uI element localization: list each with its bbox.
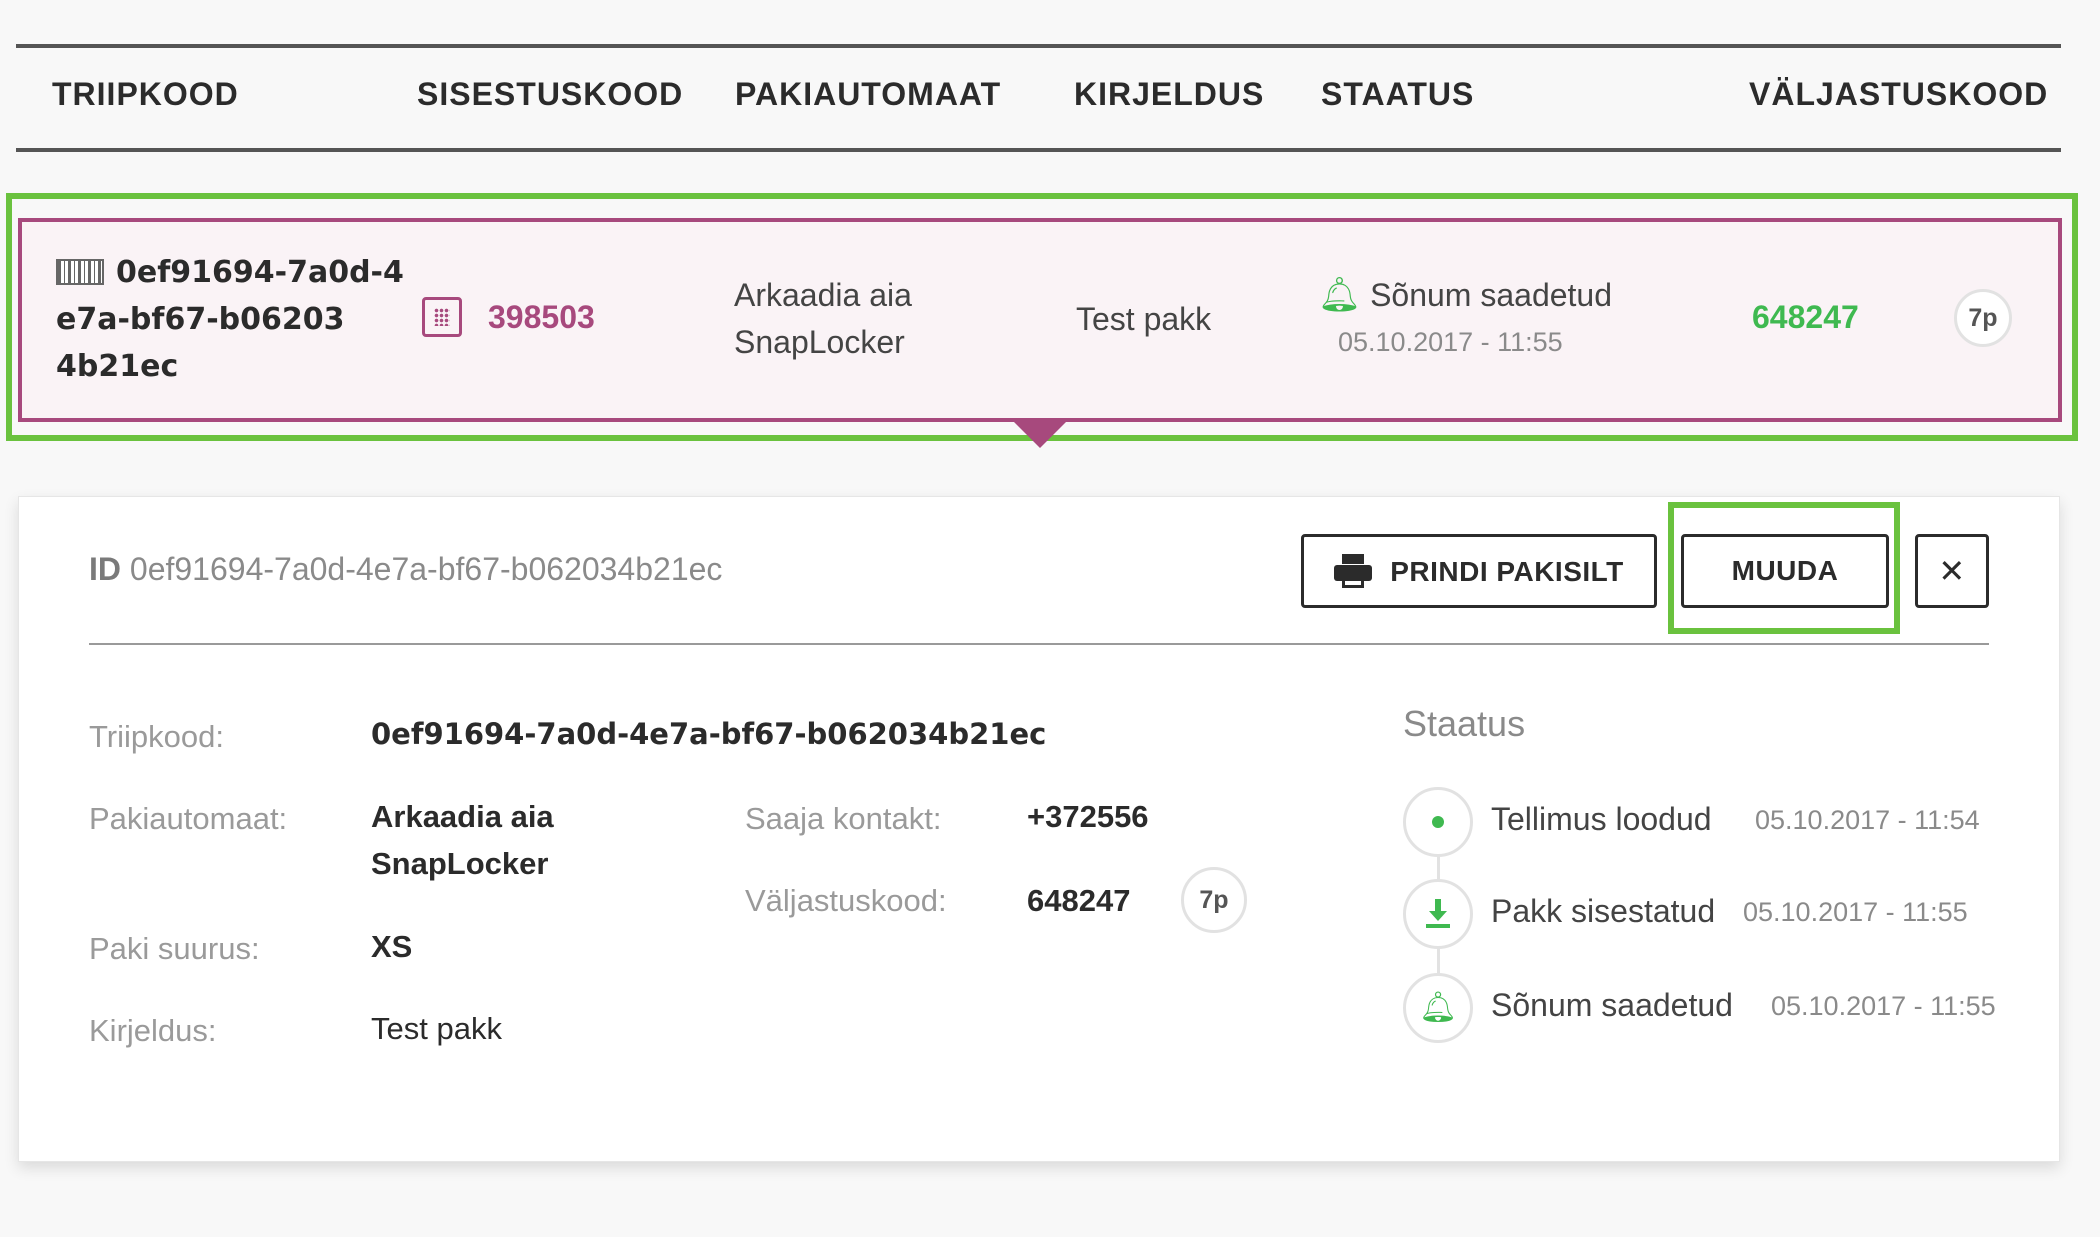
print-label-text: PRINDI PAKISILT	[1390, 556, 1624, 587]
keypad-icon	[422, 297, 462, 337]
locker-value-line-1: Arkaadia aia	[371, 799, 554, 834]
column-header-input-code[interactable]: SISESTUSKOOD	[417, 76, 683, 113]
divider	[89, 643, 1989, 645]
locker-label: Pakiautomaat:	[89, 801, 288, 836]
column-header-status[interactable]: STAATUS	[1321, 76, 1474, 113]
release-days-badge: 7p	[1181, 867, 1247, 933]
column-header-release-code[interactable]: VÄLJASTUSKOOD	[1749, 76, 2048, 113]
size-label: Paki suurus:	[89, 931, 260, 966]
size-value: XS	[371, 929, 413, 964]
barcode-value: 0ef91694-7a0d-4e7a-bf67-b062034b21ec	[371, 717, 1047, 751]
barcode-line-3: 4b21ec	[56, 349, 179, 384]
edit-button-highlight-frame	[1668, 502, 1900, 634]
id-label: ID	[89, 551, 121, 587]
days-badge: 7p	[1954, 289, 2012, 347]
locker-cell: Arkaadia aia SnapLocker	[734, 272, 912, 366]
timeline-time-1: 05.10.2017 - 11:54	[1755, 805, 1980, 835]
status-cell: 🔔︎ Sõnum saadetud 05.10.2017 - 11:55	[1318, 272, 1612, 366]
timeline-time-3: 05.10.2017 - 11:55	[1771, 991, 1996, 1021]
column-header-barcode[interactable]: TRIIPKOOD	[52, 76, 239, 113]
detail-id: ID 0ef91694-7a0d-4e7a-bf67-b062034b21ec	[89, 551, 722, 588]
bell-icon: 🔔︎	[1318, 276, 1362, 314]
close-button[interactable]: ✕	[1915, 534, 1989, 608]
table-header: TRIIPKOOD SISESTUSKOOD PAKIAUTOMAAT KIRJ…	[16, 44, 2061, 152]
barcode-line-2: e7a-bf67-b06203	[56, 302, 345, 337]
printer-icon	[1334, 554, 1373, 588]
status-title: Staatus	[1403, 703, 1526, 744]
timeline-download-icon	[1403, 879, 1473, 949]
locker-value: Arkaadia aia SnapLocker	[371, 793, 554, 887]
id-value: 0ef91694-7a0d-4e7a-bf67-b062034b21ec	[129, 551, 723, 587]
timeline-event-1: Tellimus loodud	[1491, 801, 1712, 837]
barcode-cell: 0ef91694-7a0d-4 e7a-bf67-b06203 4b21ec	[56, 248, 416, 390]
barcode-line-1: 0ef91694-7a0d-4	[116, 255, 404, 290]
release-value: 648247	[1027, 883, 1131, 918]
timeline-event-2: Pakk sisestatud	[1491, 893, 1716, 929]
barcode-icon	[56, 259, 104, 285]
description-value: Test pakk	[371, 1011, 502, 1046]
status-text: Sõnum saadetud	[1370, 277, 1613, 313]
description-cell: Test pakk	[1076, 301, 1212, 337]
timeline-event-3: Sõnum saadetud	[1491, 987, 1733, 1023]
timeline-bell-icon: 🔔︎	[1403, 973, 1473, 1043]
print-label-button[interactable]: PRINDI PAKISILT	[1301, 534, 1657, 608]
release-code: 648247	[1752, 299, 1859, 335]
column-header-description[interactable]: KIRJELDUS	[1074, 76, 1264, 113]
column-header-locker[interactable]: PAKIAUTOMAAT	[735, 76, 1001, 113]
close-icon: ✕	[1938, 553, 1966, 589]
timeline-dot-icon	[1403, 787, 1473, 857]
input-code: 398503	[488, 299, 595, 335]
contact-value: +372556	[1027, 799, 1149, 834]
release-label: Väljastuskood:	[745, 883, 947, 918]
locker-line-2: SnapLocker	[734, 324, 905, 360]
row-expand-indicator	[1014, 422, 1066, 448]
locker-line-1: Arkaadia aia	[734, 277, 912, 313]
contact-label: Saaja kontakt:	[745, 801, 942, 836]
timeline-time-2: 05.10.2017 - 11:55	[1743, 897, 1968, 927]
locker-value-line-2: SnapLocker	[371, 846, 549, 881]
status-time: 05.10.2017 - 11:55	[1338, 327, 1563, 357]
barcode-label: Triipkood:	[89, 719, 224, 754]
table-row[interactable]: 0ef91694-7a0d-4 e7a-bf67-b06203 4b21ec 3…	[18, 218, 2062, 422]
description-label: Kirjeldus:	[89, 1013, 217, 1048]
